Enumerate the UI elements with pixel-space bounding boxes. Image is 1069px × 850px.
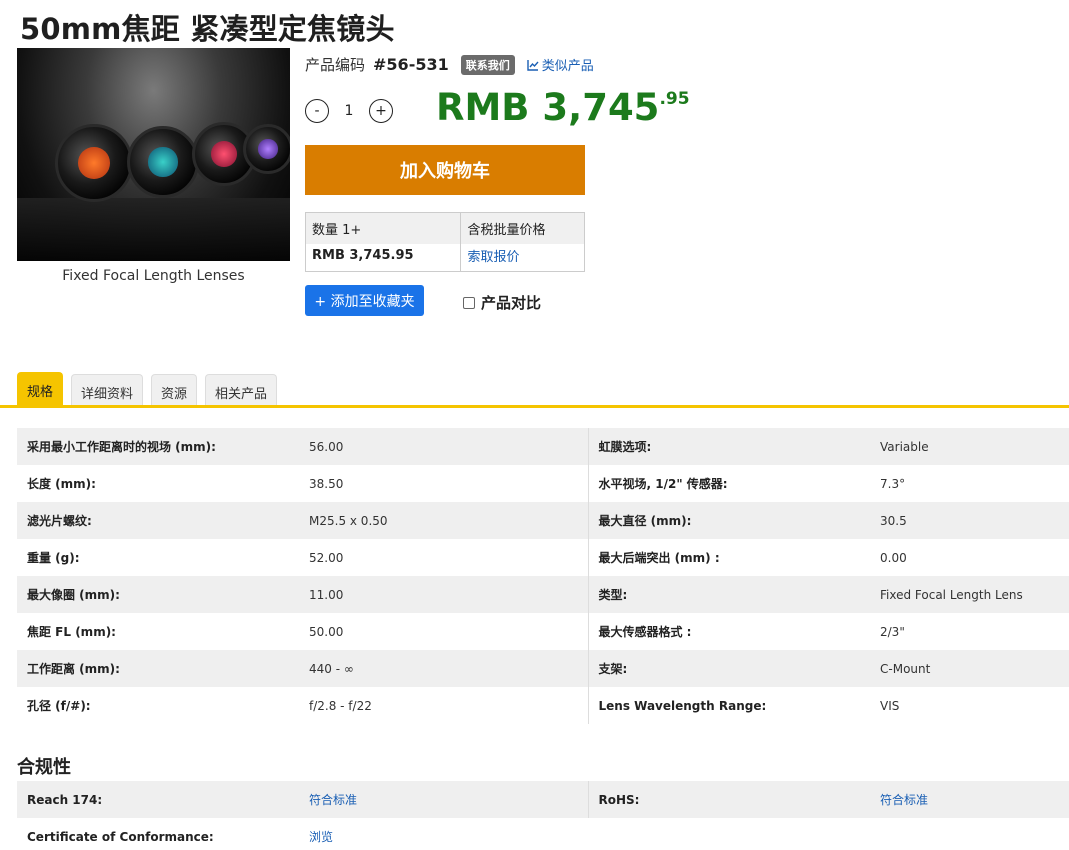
similar-products-link[interactable]: 类似产品 <box>527 55 594 74</box>
sku-row: 产品编码 #56-531 联系我们 类似产品 <box>305 54 594 75</box>
decrease-quantity-button[interactable]: - <box>305 99 329 123</box>
spec-key: Lens Wavelength Range: <box>587 687 870 724</box>
spec-value: C-Mount <box>870 650 1069 687</box>
spec-key: 最大直径 (mm): <box>587 502 870 539</box>
price-main: RMB 3,745 <box>436 86 660 129</box>
spec-key: 长度 (mm): <box>27 477 96 491</box>
product-image <box>17 48 290 261</box>
increase-quantity-button[interactable]: + <box>369 99 393 123</box>
quantity-value[interactable]: 1 <box>329 103 369 119</box>
lens-2 <box>127 126 199 198</box>
spec-value: 2/3" <box>880 624 905 639</box>
table-row: 采用最小工作距离时的视场 (mm): 56.00 虹膜选项: Variable <box>17 428 1069 465</box>
compliance-link <box>870 818 1069 850</box>
spec-key: 采用最小工作距离时的视场 (mm): <box>17 428 299 465</box>
compliance-table: Reach 174: 符合标准 RoHS: 符合标准 Certificate of C… <box>17 781 1069 850</box>
table-row: 重量 (g): 52.00 最大后端突出 (mm) : 0.00 <box>17 539 1069 576</box>
table-row: 工作距离 (mm): 440 - ∞ 支架: C-Mount <box>17 650 1069 687</box>
compare-checkbox[interactable]: 产品对比 <box>463 292 541 313</box>
spec-value: VIS <box>880 698 900 713</box>
spec-key: 虹膜选项: <box>587 428 870 465</box>
spec-key: 焦距 FL (mm): <box>27 625 116 639</box>
compliance-link[interactable]: 符合标准 <box>870 781 1069 818</box>
compliance-key: Certificate of Conformance: <box>27 829 214 844</box>
price-cents: .95 <box>659 89 690 109</box>
spec-value: 0.00 <box>880 550 907 565</box>
table-row: Reach 174: 符合标准 RoHS: 符合标准 <box>17 781 1069 818</box>
spec-value: 56.00 <box>299 428 588 465</box>
spec-value: f/2.8 - f/22 <box>309 698 372 713</box>
spec-key: 水平视场, 1/2" 传感器: <box>587 465 870 502</box>
tab-divider <box>0 405 1069 408</box>
spec-value: 52.00 <box>309 550 344 565</box>
add-to-cart-button[interactable]: 加入购物车 <box>305 145 585 195</box>
price-header: 含税批量价格 <box>460 212 585 244</box>
spec-value: M25.5 x 0.50 <box>299 502 588 539</box>
similar-products-label: 类似产品 <box>541 59 594 74</box>
table-row: 孔径 (f/#): f/2.8 - f/22 Lens Wavelength Ran… <box>17 687 1069 724</box>
image-reflection <box>17 198 290 261</box>
chart-icon <box>527 59 539 71</box>
spec-value: 38.50 <box>309 476 344 491</box>
compliance-key: RoHS: <box>587 781 870 818</box>
image-caption: Fixed Focal Length Lenses <box>62 268 245 284</box>
spec-key: 最大像圈 (mm): <box>17 576 299 613</box>
spec-value: 30.5 <box>870 502 1069 539</box>
tab-resources[interactable]: 资源 <box>151 374 198 407</box>
spec-value: Variable <box>870 428 1069 465</box>
spec-value: 440 - ∞ <box>299 650 588 687</box>
volume-price-table: 数量 1+ 含税批量价格 RMB 3,745.95 索取报价 <box>305 212 585 272</box>
spec-key: 工作距离 (mm): <box>17 650 299 687</box>
spec-key: 最大传感器格式 : <box>587 613 870 650</box>
tab-details[interactable]: 详细资料 <box>71 374 144 407</box>
checkbox-icon[interactable] <box>463 296 475 309</box>
spec-key: 支架: <box>587 650 870 687</box>
compliance-key: Reach 174: <box>17 781 299 818</box>
sku-value: #56-531 <box>373 55 449 74</box>
table-row: Certificate of Conformance: 浏览 <box>17 818 1069 850</box>
quantity-stepper: - 1 + <box>305 99 393 123</box>
contact-us-button[interactable]: 联系我们 <box>460 54 515 75</box>
lens-1 <box>55 124 133 202</box>
spec-key: 重量 (g): <box>27 551 80 565</box>
table-row: 焦距 FL (mm): 50.00 最大传感器格式 : 2/3" <box>17 613 1069 650</box>
tab-bar: 规格 详细资料 资源 相关产品 <box>17 372 278 407</box>
table-row: 最大像圈 (mm): 11.00 类型: Fixed Focal Length Len… <box>17 576 1069 613</box>
certificate-view-link[interactable]: 浏览 <box>299 818 588 850</box>
add-to-favorites-button[interactable]: + 添加至收藏夹 <box>305 285 424 316</box>
tab-specs[interactable]: 规格 <box>17 372 64 407</box>
price: RMB 3,745.95 <box>436 86 690 129</box>
compliance-key <box>588 818 870 850</box>
spec-value: Fixed Focal Length Lens <box>870 576 1069 613</box>
spec-key: 孔径 (f/#): <box>27 699 91 713</box>
spec-value: 50.00 <box>309 624 344 639</box>
tab-related[interactable]: 相关产品 <box>205 374 278 407</box>
table-row: 长度 (mm): 38.50 水平视场, 1/2" 传感器: 7.3° <box>17 465 1069 502</box>
volume-price: RMB 3,745.95 <box>305 244 462 272</box>
request-quote-link[interactable]: 索取报价 <box>460 244 585 272</box>
qty-header: 数量 1+ <box>305 212 462 244</box>
spec-key: 滤光片螺纹: <box>17 502 299 539</box>
spec-value: 11.00 <box>299 576 588 613</box>
spec-value: 7.3° <box>880 476 906 491</box>
table-row: 滤光片螺纹: M25.5 x 0.50 最大直径 (mm): 30.5 <box>17 502 1069 539</box>
sku-label: 产品编码 <box>305 56 366 74</box>
compliance-link[interactable]: 符合标准 <box>299 781 588 818</box>
page-title: 50mm焦距 紧凑型定焦镜头 <box>20 12 395 46</box>
spec-key: 类型: <box>587 576 870 613</box>
compare-label: 产品对比 <box>481 294 542 312</box>
compliance-title: 合规性 <box>17 757 71 778</box>
spec-table: 采用最小工作距离时的视场 (mm): 56.00 虹膜选项: Variable 长度 … <box>17 428 1069 724</box>
lens-4 <box>243 124 290 174</box>
spec-key: 最大后端突出 (mm) : <box>587 539 870 576</box>
